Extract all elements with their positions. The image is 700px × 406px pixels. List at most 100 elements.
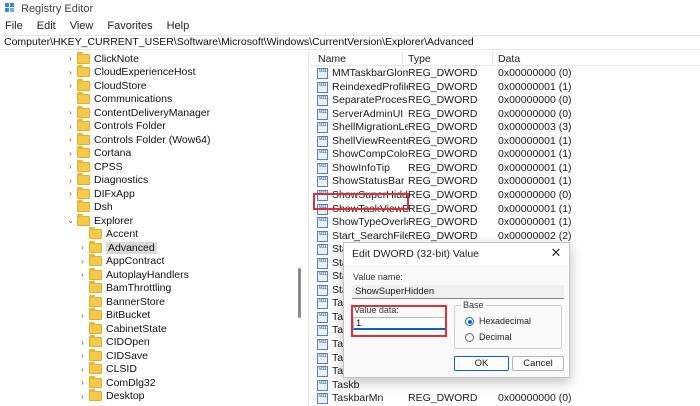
folder-icon [77, 213, 90, 226]
chevron-right-icon[interactable]: › [78, 257, 87, 266]
ok-button[interactable]: OK [454, 356, 509, 371]
close-icon[interactable]: ✕ [549, 246, 563, 260]
tree-item[interactable]: › Desktop [78, 389, 145, 403]
value-row[interactable]: 011 110 SeparateProcessREG_DWORD 0x0000000… [310, 94, 700, 108]
highlight-value-data [351, 305, 447, 337]
tree-item[interactable]: › CIDSave [78, 348, 148, 362]
chevron-right-icon[interactable]: › [66, 189, 75, 198]
column-header-data[interactable]: Data [498, 53, 520, 65]
value-row[interactable]: 011 110 ShowInfoTip REG_DWORD 0x00000001 (1… [310, 162, 700, 176]
value-name: TaskbarMn [332, 392, 384, 405]
chevron-right-icon[interactable]: › [66, 68, 75, 77]
tree-item[interactable]: › Controls Folder [66, 119, 166, 133]
hexadecimal-label[interactable]: Hexadecimal [479, 316, 531, 326]
reg-dword-icon: 011 110 [317, 230, 328, 242]
tree-item[interactable]: Communications [66, 92, 172, 106]
reg-dword-icon: 011 110 [317, 325, 328, 337]
value-type: REG_DWORD [408, 148, 478, 161]
tree-item[interactable]: BamThrottling [78, 281, 171, 295]
column-header-type[interactable]: Type [408, 53, 431, 65]
address-bar[interactable]: Computer\HKEY_CURRENT_USER\Software\Micr… [0, 35, 700, 50]
chevron-right-icon[interactable]: › [66, 108, 75, 117]
chevron-right-icon[interactable]: › [66, 176, 75, 185]
folder-icon [77, 146, 90, 158]
list-header: Name Type Data [310, 51, 700, 66]
tree-item[interactable]: ⌄ Explorer [66, 213, 133, 227]
menu-view[interactable]: View [70, 20, 94, 32]
reg-dword-icon: 011 110 [317, 271, 328, 283]
menu-edit[interactable]: Edit [37, 20, 56, 32]
value-data: 0x00000001 (1) [498, 161, 572, 174]
chevron-right-icon[interactable]: › [66, 162, 75, 171]
tree-item[interactable]: Dsh [66, 200, 113, 214]
tree-item[interactable]: › CLSID [78, 362, 137, 376]
tree-item-label: Diagnostics [94, 174, 149, 186]
value-row[interactable]: 011 110 ShowStatusBarREG_DWORD 0x00000001 … [310, 175, 700, 189]
chevron-right-icon[interactable]: › [78, 378, 87, 387]
value-row[interactable]: 011 110 ShowCompColorREG_DWORD 0x00000001 … [310, 148, 700, 162]
tree-item[interactable]: › CPSS [66, 159, 123, 173]
tree-item[interactable]: BannerStore [78, 294, 165, 308]
tree-item[interactable]: › CIDOpen [78, 335, 150, 349]
chevron-right-icon[interactable]: › [78, 365, 87, 374]
chevron-right-icon[interactable]: › [66, 135, 75, 144]
tree-item[interactable]: › CloudExperienceHost [66, 65, 196, 79]
cancel-button[interactable]: Cancel [512, 356, 564, 371]
tree-item[interactable]: › BitBucket [78, 308, 150, 322]
tree-scrollbar[interactable] [298, 268, 301, 318]
tree-item[interactable]: › Advanced [78, 240, 157, 254]
menu-help[interactable]: Help [167, 20, 190, 32]
value-data: 0x00000003 (3) [498, 121, 572, 134]
reg-dword-icon: 011 110 [317, 298, 328, 310]
chevron-right-icon[interactable]: › [78, 311, 87, 320]
tree-item[interactable]: CabinetState [78, 321, 167, 335]
value-type: REG_DWORD [408, 107, 478, 120]
chevron-right-icon[interactable]: › [78, 338, 87, 347]
decimal-radio[interactable] [465, 333, 474, 342]
tree-item[interactable]: › CloudStore [66, 78, 147, 92]
chevron-right-icon[interactable]: › [66, 81, 75, 90]
tree-item-label: Dsh [94, 201, 113, 213]
value-row[interactable]: 011 110 Taskb [310, 379, 700, 393]
tree-item[interactable]: › ClickNote [66, 51, 139, 65]
chevron-right-icon[interactable]: › [78, 351, 87, 360]
value-row[interactable]: 011 110 TaskbarMn REG_DWORD 0x00000000 (0) [310, 392, 700, 406]
value-row[interactable]: 011 110 ServerAdminUI REG_DWORD 0x00000000 … [310, 108, 700, 122]
folder-icon [89, 308, 102, 320]
tree-item[interactable]: › AppContract [78, 254, 164, 268]
chevron-right-icon[interactable]: › [66, 54, 75, 63]
chevron-right-icon[interactable]: › [78, 392, 87, 401]
tree-item[interactable]: › ContentDeliveryManager [66, 105, 210, 119]
tree-item[interactable]: › ComDlg32 [78, 375, 156, 389]
tree-item[interactable]: › Controls Folder (Wow64) [66, 132, 211, 146]
column-separator[interactable] [492, 51, 493, 66]
pane-splitter[interactable] [308, 51, 309, 406]
column-separator[interactable] [402, 51, 403, 66]
tree-item[interactable]: › AutoplayHandlers [78, 267, 189, 281]
hexadecimal-radio[interactable] [465, 317, 474, 326]
value-row[interactable]: 011 110 ShellMigrationLe...REG_DWORD 0x000… [310, 121, 700, 135]
chevron-right-icon[interactable]: › [66, 149, 75, 158]
value-name: ServerAdminUI [332, 107, 404, 120]
chevron-right-icon[interactable]: › [78, 243, 87, 252]
chevron-right-icon[interactable]: › [78, 270, 87, 279]
value-data: 0x00000000 (0) [498, 94, 572, 107]
value-row[interactable]: 011 110 MMTaskbarGlom...REG_DWORD 0x000000… [310, 67, 700, 81]
tree-item[interactable]: › Diagnostics [66, 173, 149, 187]
reg-dword-icon: 011 110 [317, 95, 328, 107]
value-row[interactable]: 011 110 ReindexedProfileREG_DWORD 0x000000… [310, 81, 700, 95]
tree-item[interactable]: › DIFxApp [66, 186, 135, 200]
decimal-label[interactable]: Decimal [479, 332, 512, 342]
menu-file[interactable]: File [5, 20, 23, 32]
chevron-down-icon[interactable]: ⌄ [66, 216, 75, 225]
menu-favorites[interactable]: Favorites [107, 20, 152, 32]
tree-item-label: Accent [106, 228, 139, 240]
tree-item[interactable]: › Cortana [66, 146, 131, 160]
folder-icon [77, 92, 90, 104]
value-type: REG_DWORD [408, 175, 478, 188]
value-row[interactable]: 011 110 ShowTypeOverlayREG_DWORD 0x0000000… [310, 216, 700, 230]
tree-item[interactable]: Accent [78, 227, 139, 241]
value-row[interactable]: 011 110 ShellViewReenter...REG_DWORD 0x000… [310, 135, 700, 149]
chevron-right-icon[interactable]: › [66, 122, 75, 131]
column-header-name[interactable]: Name [318, 53, 346, 65]
